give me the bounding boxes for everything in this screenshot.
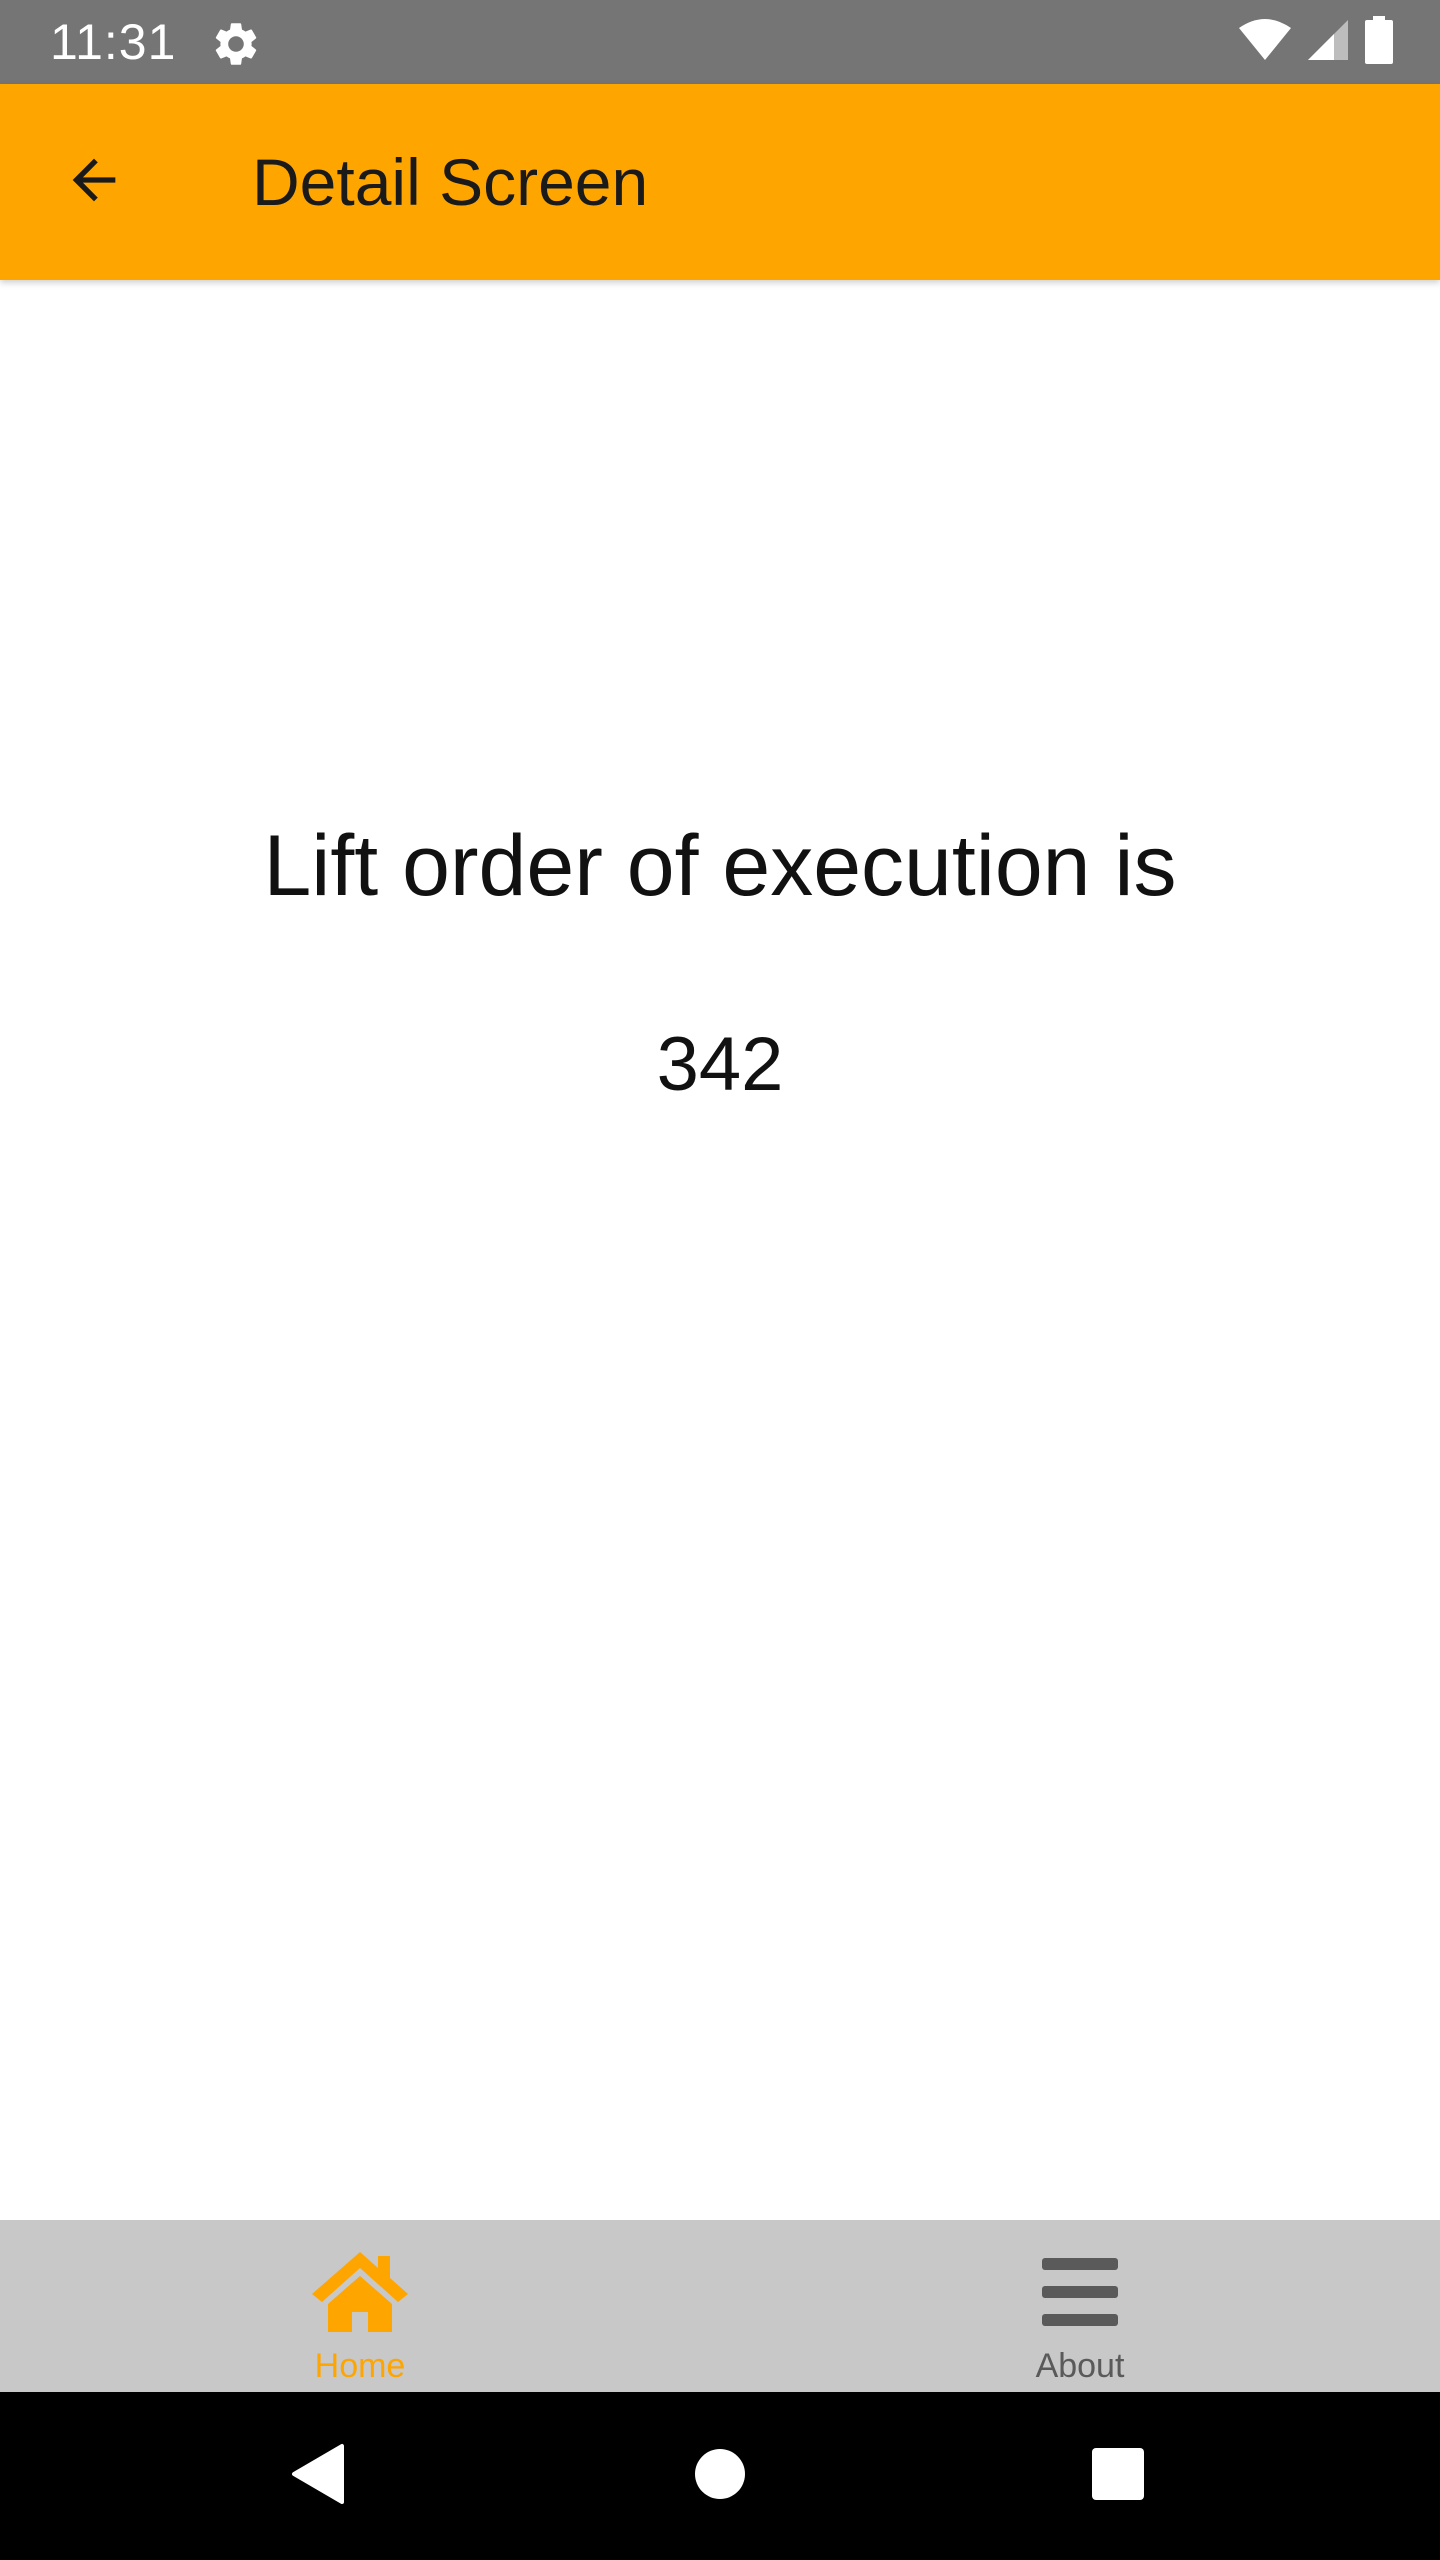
nav-home-button[interactable] <box>670 2426 770 2526</box>
recents-square-icon <box>1091 2447 1145 2506</box>
status-time: 11:31 <box>50 14 177 70</box>
tab-about-label: About <box>1035 2347 1125 2385</box>
result-value: 342 <box>656 1022 784 1107</box>
app-bar: Detail Screen <box>0 84 1440 280</box>
status-icons <box>1238 15 1394 69</box>
bottom-tab-bar: Home About <box>0 2220 1440 2392</box>
screen: 11:31 Detail Screen Lift order of execut… <box>0 0 1440 2560</box>
status-bar: 11:31 <box>0 0 1440 84</box>
wifi-icon <box>1238 18 1292 67</box>
nav-back-button[interactable] <box>268 2426 368 2526</box>
back-button[interactable] <box>44 132 144 232</box>
system-nav-bar <box>0 2392 1440 2560</box>
result-message: Lift order of execution is <box>263 818 1177 914</box>
arrow-left-icon <box>62 148 126 217</box>
tab-home[interactable]: Home <box>0 2220 720 2392</box>
nav-recents-button[interactable] <box>1068 2426 1168 2526</box>
gear-icon <box>210 18 262 70</box>
home-icon <box>308 2244 412 2340</box>
home-circle-icon <box>693 2447 747 2506</box>
battery-icon <box>1364 15 1394 69</box>
menu-icon <box>1028 2244 1132 2340</box>
signal-icon <box>1306 18 1350 67</box>
detail-content: Lift order of execution is 342 <box>0 280 1440 2220</box>
tab-about[interactable]: About <box>720 2220 1440 2392</box>
tab-home-label: Home <box>314 2347 406 2385</box>
page-title: Detail Screen <box>252 145 649 219</box>
back-triangle-icon <box>290 2442 346 2511</box>
